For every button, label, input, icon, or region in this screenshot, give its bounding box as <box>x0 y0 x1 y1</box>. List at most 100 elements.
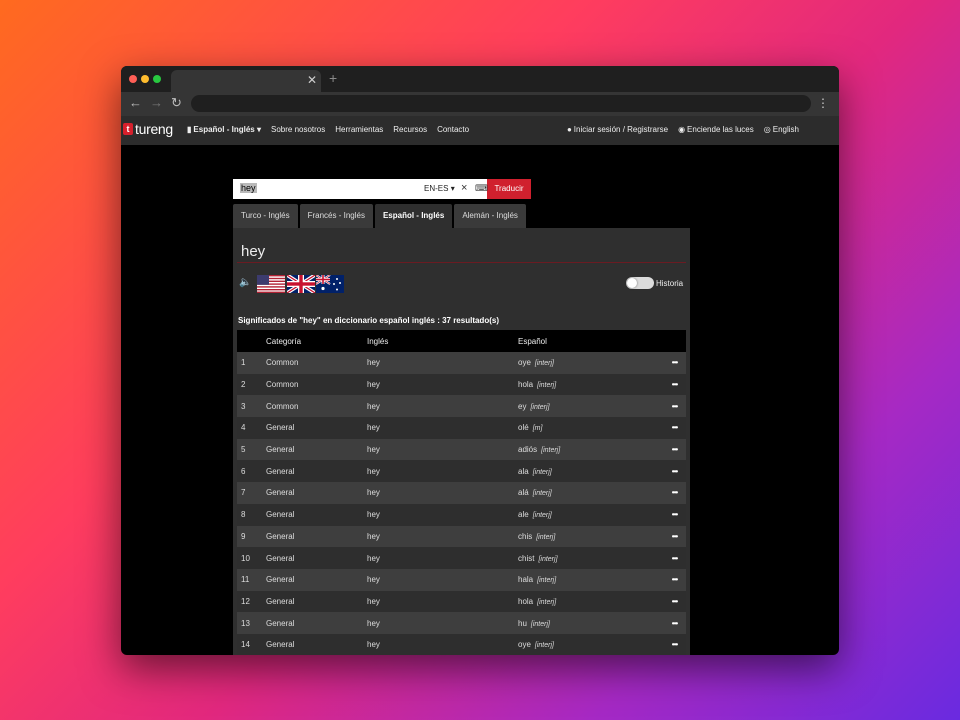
table-row[interactable]: 13 General hey hu [interj] ••• <box>237 612 686 634</box>
row-spanish-term[interactable]: chist [interj] <box>518 547 663 569</box>
row-spanish-term[interactable]: hola [interj] <box>518 374 663 396</box>
row-category[interactable]: General <box>266 504 367 526</box>
row-menu-icon[interactable]: ••• <box>663 460 686 482</box>
row-menu-icon[interactable]: ••• <box>663 482 686 504</box>
spanish-word[interactable]: adiós <box>518 445 537 454</box>
table-row[interactable]: 12 General hey hola [interj] ••• <box>237 590 686 613</box>
spanish-word[interactable]: ale <box>518 510 529 519</box>
browser-tab[interactable]: ✕ <box>171 70 321 92</box>
tab-french-english[interactable]: Francés - Inglés <box>299 204 373 228</box>
row-menu-icon[interactable]: ••• <box>663 395 686 417</box>
row-spanish-term[interactable]: hala [interj] <box>518 569 663 591</box>
row-menu-icon[interactable]: ••• <box>663 634 686 655</box>
row-spanish-term[interactable]: hu [interj] <box>518 612 663 634</box>
row-spanish-term[interactable]: alá [interj] <box>518 482 663 504</box>
table-row[interactable]: 10 General hey chist [interj] ••• <box>237 547 686 569</box>
row-english-term[interactable]: hey <box>367 439 518 461</box>
table-row[interactable]: 4 General hey olé [m] ••• <box>237 417 686 439</box>
spanish-word[interactable]: hala <box>518 575 533 584</box>
row-menu-icon[interactable]: ••• <box>663 547 686 569</box>
language-link[interactable]: ◎ English <box>764 125 799 134</box>
uk-flag-icon[interactable] <box>287 275 315 293</box>
spanish-word[interactable]: chis <box>518 532 532 541</box>
row-english-term[interactable]: hey <box>367 395 518 417</box>
row-english-term[interactable]: hey <box>367 591 518 613</box>
row-english-term[interactable]: hey <box>367 634 518 655</box>
table-row[interactable]: 8 General hey ale [interj] ••• <box>237 503 686 526</box>
row-menu-icon[interactable]: ••• <box>663 591 686 613</box>
clear-search-icon[interactable]: × <box>461 182 467 194</box>
row-menu-icon[interactable]: ••• <box>663 504 686 526</box>
row-english-term[interactable]: hey <box>367 612 518 634</box>
row-category[interactable]: Common <box>266 352 367 374</box>
row-category[interactable]: General <box>266 591 367 613</box>
nav-link-about[interactable]: Sobre nosotros <box>271 125 325 134</box>
row-category[interactable]: General <box>266 482 367 504</box>
row-category[interactable]: General <box>266 526 367 548</box>
tab-turkish-english[interactable]: Turco - Inglés <box>233 204 298 228</box>
row-category[interactable]: General <box>266 569 367 591</box>
tureng-logo[interactable]: t tureng <box>123 121 173 137</box>
row-spanish-term[interactable]: oye [interj] <box>518 352 663 374</box>
row-spanish-term[interactable]: ala [interj] <box>518 460 663 482</box>
nav-link-resources[interactable]: Recursos <box>393 125 427 134</box>
keyboard-icon[interactable]: ⌨ <box>475 183 488 194</box>
forward-arrow-icon[interactable]: → <box>150 95 163 110</box>
table-row[interactable]: 7 General hey alá [interj] ••• <box>237 482 686 504</box>
table-row[interactable]: 5 General hey adiós [interj] ••• <box>237 438 686 461</box>
nav-link-contact[interactable]: Contacto <box>437 125 469 134</box>
language-pair-select[interactable]: EN-ES ▾ <box>424 184 455 193</box>
spanish-word[interactable]: hola <box>518 380 533 389</box>
reload-icon[interactable]: ↻ <box>171 95 182 111</box>
row-category[interactable]: Common <box>266 374 367 396</box>
lights-toggle-link[interactable]: ◉ Enciende las luces <box>678 125 754 134</box>
spanish-word[interactable]: ey <box>518 402 526 411</box>
tab-german-english[interactable]: Alemán - Inglés <box>454 204 526 228</box>
back-arrow-icon[interactable]: ← <box>129 95 142 110</box>
row-english-term[interactable]: hey <box>367 526 518 548</box>
tab-close-icon[interactable]: ✕ <box>307 73 317 87</box>
row-english-term[interactable]: hey <box>367 504 518 526</box>
table-row[interactable]: 3 Common hey ey [interj] ••• <box>237 395 686 418</box>
row-category[interactable]: General <box>266 439 367 461</box>
table-row[interactable]: 11 General hey hala [interj] ••• <box>237 568 686 591</box>
login-link[interactable]: ● Iniciar sesión / Registrarse <box>567 125 668 134</box>
speaker-icon[interactable]: 🔈 <box>239 277 251 288</box>
table-row[interactable]: 14 General hey oye [interj] ••• <box>237 633 686 655</box>
tab-spanish-english[interactable]: Español - Inglés <box>374 204 453 228</box>
spanish-word[interactable]: olé <box>518 423 529 432</box>
close-window-button[interactable] <box>129 75 137 83</box>
row-spanish-term[interactable]: ey [interj] <box>518 395 663 417</box>
row-spanish-term[interactable]: ale [interj] <box>518 504 663 526</box>
row-english-term[interactable]: hey <box>367 482 518 504</box>
row-menu-icon[interactable]: ••• <box>663 612 686 634</box>
row-english-term[interactable]: hey <box>367 374 518 396</box>
row-menu-icon[interactable]: ••• <box>663 374 686 396</box>
spanish-word[interactable]: ala <box>518 467 529 476</box>
us-flag-icon[interactable] <box>257 275 285 293</box>
row-category[interactable]: General <box>266 417 367 439</box>
spanish-word[interactable]: alá <box>518 488 529 497</box>
row-category[interactable]: General <box>266 612 367 634</box>
table-row[interactable]: 2 Common hey hola [interj] ••• <box>237 373 686 396</box>
table-row[interactable]: 1 Common hey oye [interj] ••• <box>237 352 686 374</box>
translate-button[interactable]: Traducir <box>487 179 531 199</box>
search-input[interactable]: hey EN-ES ▾ × ⌨ <box>233 179 488 199</box>
spanish-word[interactable]: hola <box>518 597 533 606</box>
row-english-term[interactable]: hey <box>367 352 518 374</box>
spanish-word[interactable]: hu <box>518 619 527 628</box>
dictionary-dropdown[interactable]: ▮ Español - Inglés ▾ <box>187 125 261 134</box>
row-english-term[interactable]: hey <box>367 460 518 482</box>
maximize-window-button[interactable] <box>153 75 161 83</box>
row-spanish-term[interactable]: oye [interj] <box>518 634 663 655</box>
row-category[interactable]: Common <box>266 395 367 417</box>
row-english-term[interactable]: hey <box>367 417 518 439</box>
history-toggle[interactable] <box>626 277 654 289</box>
row-spanish-term[interactable]: hola [interj] <box>518 591 663 613</box>
row-spanish-term[interactable]: olé [m] <box>518 417 663 439</box>
row-english-term[interactable]: hey <box>367 569 518 591</box>
row-menu-icon[interactable]: ••• <box>663 569 686 591</box>
row-category[interactable]: General <box>266 460 367 482</box>
row-spanish-term[interactable]: adiós [interj] <box>518 439 663 461</box>
australia-flag-icon[interactable] <box>316 275 344 293</box>
